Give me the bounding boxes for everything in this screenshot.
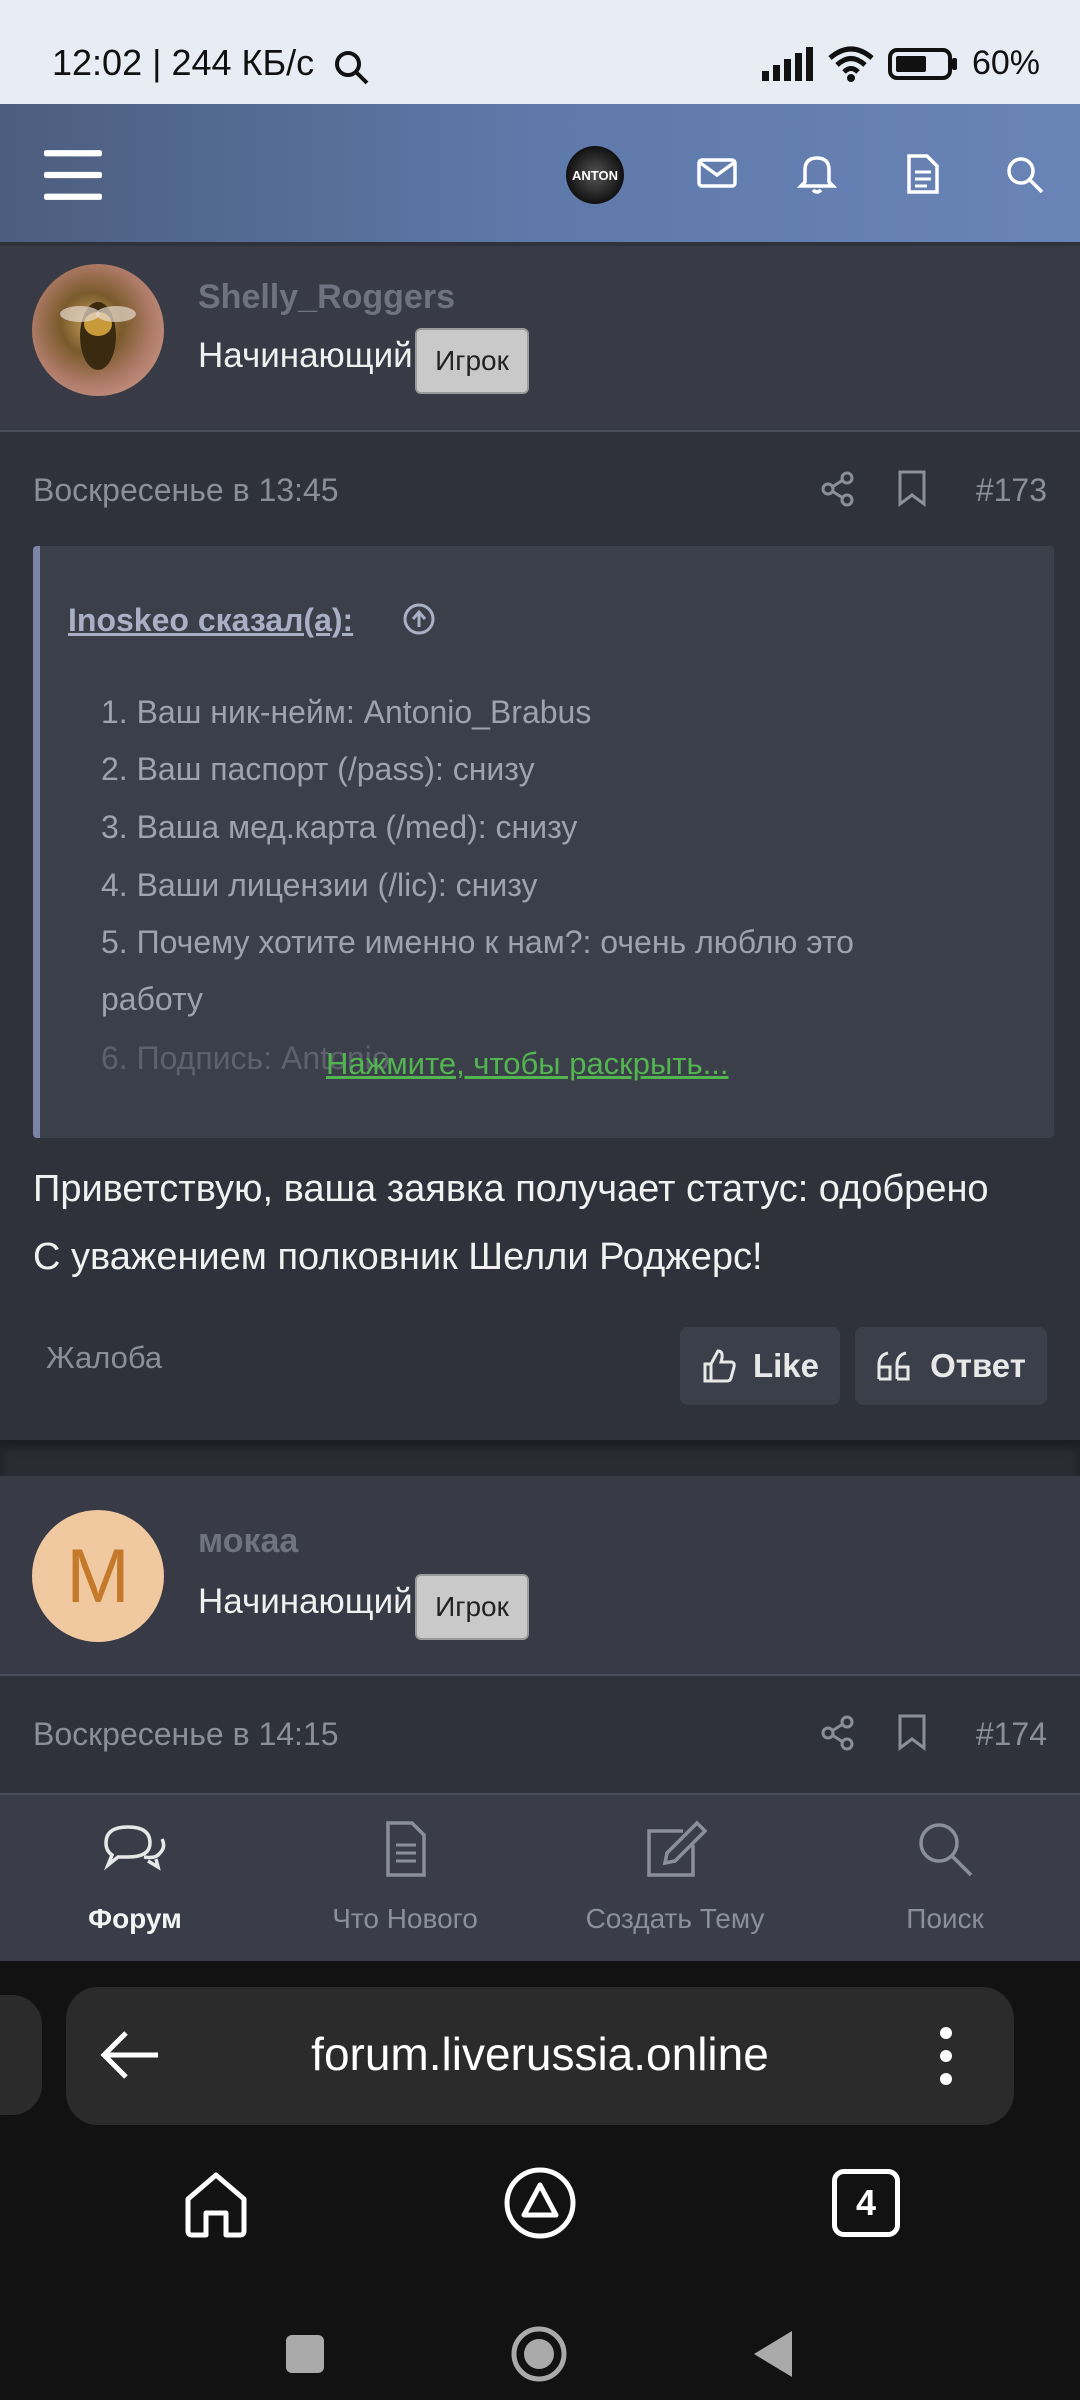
expand-quote-link[interactable]: Нажмите, чтобы раскрыть... [326,1046,728,1082]
post-separator [0,1440,1080,1476]
nav-whats-new[interactable]: Что Нового [270,1795,540,1963]
bookmark-icon[interactable] [896,1714,928,1752]
edit-icon [647,1820,707,1877]
url-bar[interactable]: forum.liverussia.online [66,1987,1014,2125]
recents-button[interactable] [286,2335,324,2373]
user-avatar[interactable]: ANTON [566,146,624,204]
user-badge: Игрок [415,1574,529,1640]
quote-author[interactable]: Inoskeo сказал(а): [68,602,353,639]
status-bar: 12:02 | 244 КБ/с 60% [0,0,1080,104]
nav-label: Создать Тему [585,1903,765,1934]
nav-label: Поиск [906,1903,984,1934]
system-back-button[interactable] [752,2329,794,2379]
post-date[interactable]: Воскресенье в 13:45 [33,472,339,509]
share-icon[interactable] [820,1714,856,1752]
quote-icon [877,1351,910,1381]
quote-line: работу [101,981,204,1017]
post-user-header: Shelly_Roggers Начинающий Игрок [0,246,1080,432]
bell-icon[interactable] [788,144,846,202]
post-date[interactable]: Воскресенье в 14:15 [33,1716,339,1753]
report-link[interactable]: Жалоба [46,1340,162,1376]
user-badge: Игрок [415,328,529,394]
system-home-button[interactable] [510,2325,568,2383]
quote-line: 2. Ваш паспорт (/pass): снизу [101,751,535,787]
document-icon[interactable] [894,144,952,202]
site-header: ANTON [0,104,1080,242]
document-icon [386,1821,426,1877]
browser-bar: forum.liverussia.online 4 [0,1961,1080,2400]
battery-icon [887,47,957,80]
nav-create-thread[interactable]: Создать Тему [540,1795,810,1963]
alice-assistant-icon[interactable] [502,2165,578,2241]
post-body-line: Приветствую, ваша заявка получает статус… [33,1168,989,1210]
arrow-up-circle-icon[interactable] [402,602,436,636]
username[interactable]: мокаа [198,1522,298,1561]
battery-percent: 60% [971,44,1040,82]
avatar[interactable]: М [32,1510,164,1642]
share-icon[interactable] [820,470,856,508]
signal-icon [761,46,813,81]
url-text[interactable]: forum.liverussia.online [66,2027,1014,2081]
bee-image [60,302,136,370]
reply-button[interactable]: Ответ [855,1327,1047,1405]
nav-label: Что Нового [332,1903,478,1934]
home-icon[interactable] [182,2169,250,2239]
post-number[interactable]: #173 [976,472,1047,509]
bottom-nav: Форум Что Нового Создать Тему Поиск [0,1793,1080,1963]
quote-line: 5. Почему хотите именно к нам?: очень лю… [101,924,854,960]
username[interactable]: Shelly_Roggers [198,278,455,317]
status-icons: 60% [761,44,1040,83]
user-title: Начинающий [198,1582,413,1621]
avatar-letter: М [66,1533,130,1619]
status-time: 12:02 | 244 КБ/с [52,42,315,83]
user-title: Начинающий [198,336,413,375]
post-body-line: С уважением полковник Шелли Роджерс! [33,1236,763,1278]
menu-icon[interactable] [44,146,102,204]
tabs-count-button[interactable]: 4 [832,2169,900,2237]
previous-tab-edge[interactable] [0,1995,42,2115]
like-button[interactable]: Like [680,1327,840,1405]
nav-label: Форум [88,1903,182,1934]
avatar-text: ANTON [572,167,618,183]
nav-search[interactable]: Поиск [810,1795,1080,1963]
bookmark-icon[interactable] [896,470,928,508]
more-vertical-icon[interactable] [936,2025,956,2087]
mail-icon[interactable] [688,144,746,202]
search-icon [919,1823,973,1877]
wifi-icon [828,46,874,82]
like-label: Like [752,1347,820,1384]
avatar[interactable] [32,264,164,396]
search-icon[interactable] [996,144,1054,202]
chat-icon [103,1825,166,1871]
thumbs-up-icon [703,1349,736,1383]
nav-forum[interactable]: Форум [0,1795,270,1963]
quote-line: 1. Ваш ник-нейм: Antonio_Brabus [101,694,592,730]
quote-line: 4. Ваши лицензии (/lic): снизу [101,867,538,903]
post-number[interactable]: #174 [976,1716,1047,1753]
quote-line: 3. Ваша мед.карта (/med): снизу [101,809,578,845]
reply-label: Ответ [930,1347,1026,1384]
search-icon [335,51,369,85]
post-user-header: М мокаа Начинающий Игрок [0,1476,1080,1676]
